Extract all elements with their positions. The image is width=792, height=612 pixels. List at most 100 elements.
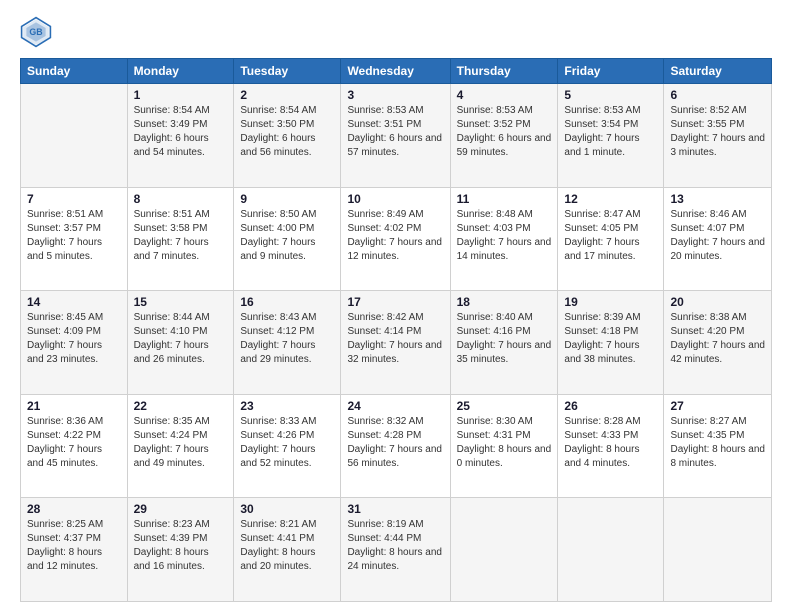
calendar-cell: 19 Sunrise: 8:39 AMSunset: 4:18 PMDayligh… [558, 291, 664, 395]
header-row: SundayMondayTuesdayWednesdayThursdayFrid… [21, 59, 772, 84]
calendar-cell: 24 Sunrise: 8:32 AMSunset: 4:28 PMDayligh… [341, 394, 450, 498]
calendar-cell: 13Sunrise: 8:46 AMSunset: 4:07 PMDayligh… [664, 187, 772, 291]
day-info: Sunrise: 8:19 AMSunset: 4:44 PMDaylight:… [347, 518, 443, 574]
day-number: 29 [134, 502, 228, 516]
week-row-3: 14 Sunrise: 8:45 AMSunset: 4:09 PMDayligh… [21, 291, 772, 395]
day-number: 1 [134, 88, 228, 102]
day-number: 5 [564, 88, 657, 102]
day-info: Sunrise: 8:28 AMSunset: 4:33 PMDaylight:… [564, 415, 657, 471]
day-number: 15 [134, 295, 228, 309]
day-number: 26 [564, 399, 657, 413]
calendar-cell: 31 Sunrise: 8:19 AMSunset: 4:44 PMDayligh… [341, 498, 450, 602]
day-info: Sunrise: 8:50 AMSunset: 4:00 PMDaylight:… [240, 208, 334, 264]
week-row-4: 21 Sunrise: 8:36 AMSunset: 4:22 PMDayligh… [21, 394, 772, 498]
header-day-friday: Friday [558, 59, 664, 84]
day-info: Sunrise: 8:46 AMSunset: 4:07 PMDaylight:… [670, 208, 765, 264]
week-row-1: 1 Sunrise: 8:54 AMSunset: 3:49 PMDaylight… [21, 84, 772, 188]
calendar-header: SundayMondayTuesdayWednesdayThursdayFrid… [21, 59, 772, 84]
day-number: 30 [240, 502, 334, 516]
day-number: 31 [347, 502, 443, 516]
calendar-cell: 29 Sunrise: 8:23 AMSunset: 4:39 PMDayligh… [127, 498, 234, 602]
calendar-cell: 28 Sunrise: 8:25 AMSunset: 4:37 PMDayligh… [21, 498, 128, 602]
day-number: 24 [347, 399, 443, 413]
day-number: 2 [240, 88, 334, 102]
calendar-cell: 21 Sunrise: 8:36 AMSunset: 4:22 PMDayligh… [21, 394, 128, 498]
day-info: Sunrise: 8:51 AMSunset: 3:58 PMDaylight:… [134, 208, 228, 264]
day-number: 12 [564, 192, 657, 206]
day-info: Sunrise: 8:47 AMSunset: 4:05 PMDaylight:… [564, 208, 657, 264]
calendar-table: SundayMondayTuesdayWednesdayThursdayFrid… [20, 58, 772, 602]
calendar-cell [450, 498, 558, 602]
day-info: Sunrise: 8:52 AMSunset: 3:55 PMDaylight:… [670, 104, 765, 160]
day-number: 23 [240, 399, 334, 413]
calendar-cell: 8 Sunrise: 8:51 AMSunset: 3:58 PMDaylight… [127, 187, 234, 291]
calendar-cell: 4 Sunrise: 8:53 AMSunset: 3:52 PMDaylight… [450, 84, 558, 188]
day-info: Sunrise: 8:21 AMSunset: 4:41 PMDaylight:… [240, 518, 334, 574]
calendar-cell: 23 Sunrise: 8:33 AMSunset: 4:26 PMDayligh… [234, 394, 341, 498]
calendar-cell [558, 498, 664, 602]
day-info: Sunrise: 8:53 AMSunset: 3:52 PMDaylight:… [457, 104, 552, 160]
calendar-cell: 16 Sunrise: 8:43 AMSunset: 4:12 PMDayligh… [234, 291, 341, 395]
calendar-cell: 30 Sunrise: 8:21 AMSunset: 4:41 PMDayligh… [234, 498, 341, 602]
day-info: Sunrise: 8:23 AMSunset: 4:39 PMDaylight:… [134, 518, 228, 574]
day-info: Sunrise: 8:39 AMSunset: 4:18 PMDaylight:… [564, 311, 657, 367]
logo: GB [20, 16, 56, 48]
day-info: Sunrise: 8:27 AMSunset: 4:35 PMDaylight:… [670, 415, 765, 471]
day-info: Sunrise: 8:25 AMSunset: 4:37 PMDaylight:… [27, 518, 121, 574]
header-day-sunday: Sunday [21, 59, 128, 84]
day-info: Sunrise: 8:45 AMSunset: 4:09 PMDaylight:… [27, 311, 121, 367]
calendar-cell: 14 Sunrise: 8:45 AMSunset: 4:09 PMDayligh… [21, 291, 128, 395]
day-number: 18 [457, 295, 552, 309]
header-day-monday: Monday [127, 59, 234, 84]
day-info: Sunrise: 8:30 AMSunset: 4:31 PMDaylight:… [457, 415, 552, 471]
day-info: Sunrise: 8:53 AMSunset: 3:51 PMDaylight:… [347, 104, 443, 160]
header-day-wednesday: Wednesday [341, 59, 450, 84]
svg-text:GB: GB [29, 27, 42, 37]
day-info: Sunrise: 8:54 AMSunset: 3:50 PMDaylight:… [240, 104, 334, 160]
header-day-thursday: Thursday [450, 59, 558, 84]
calendar-cell: 11 Sunrise: 8:48 AMSunset: 4:03 PMDayligh… [450, 187, 558, 291]
calendar-cell: 5Sunrise: 8:53 AMSunset: 3:54 PMDaylight… [558, 84, 664, 188]
calendar-cell: 9Sunrise: 8:50 AMSunset: 4:00 PMDaylight… [234, 187, 341, 291]
header: GB [20, 16, 772, 48]
day-number: 27 [670, 399, 765, 413]
day-number: 4 [457, 88, 552, 102]
day-number: 19 [564, 295, 657, 309]
day-number: 25 [457, 399, 552, 413]
calendar-cell: 18Sunrise: 8:40 AMSunset: 4:16 PMDayligh… [450, 291, 558, 395]
calendar-cell: 15 Sunrise: 8:44 AMSunset: 4:10 PMDayligh… [127, 291, 234, 395]
calendar-cell: 7Sunrise: 8:51 AMSunset: 3:57 PMDaylight… [21, 187, 128, 291]
day-info: Sunrise: 8:42 AMSunset: 4:14 PMDaylight:… [347, 311, 443, 367]
calendar-cell: 6Sunrise: 8:52 AMSunset: 3:55 PMDaylight… [664, 84, 772, 188]
day-number: 10 [347, 192, 443, 206]
day-number: 20 [670, 295, 765, 309]
day-info: Sunrise: 8:33 AMSunset: 4:26 PMDaylight:… [240, 415, 334, 471]
header-day-saturday: Saturday [664, 59, 772, 84]
calendar-cell [664, 498, 772, 602]
calendar-cell: 12 Sunrise: 8:47 AMSunset: 4:05 PMDayligh… [558, 187, 664, 291]
day-number: 28 [27, 502, 121, 516]
day-info: Sunrise: 8:54 AMSunset: 3:49 PMDaylight:… [134, 104, 228, 160]
week-row-5: 28 Sunrise: 8:25 AMSunset: 4:37 PMDayligh… [21, 498, 772, 602]
day-info: Sunrise: 8:36 AMSunset: 4:22 PMDaylight:… [27, 415, 121, 471]
day-number: 7 [27, 192, 121, 206]
calendar-cell [21, 84, 128, 188]
day-info: Sunrise: 8:32 AMSunset: 4:28 PMDaylight:… [347, 415, 443, 471]
calendar-cell: 17 Sunrise: 8:42 AMSunset: 4:14 PMDayligh… [341, 291, 450, 395]
logo-icon: GB [20, 16, 52, 48]
calendar-cell: 27 Sunrise: 8:27 AMSunset: 4:35 PMDayligh… [664, 394, 772, 498]
week-row-2: 7Sunrise: 8:51 AMSunset: 3:57 PMDaylight… [21, 187, 772, 291]
day-number: 11 [457, 192, 552, 206]
day-number: 16 [240, 295, 334, 309]
day-info: Sunrise: 8:48 AMSunset: 4:03 PMDaylight:… [457, 208, 552, 264]
calendar-cell: 1 Sunrise: 8:54 AMSunset: 3:49 PMDaylight… [127, 84, 234, 188]
day-number: 21 [27, 399, 121, 413]
calendar-cell: 20Sunrise: 8:38 AMSunset: 4:20 PMDayligh… [664, 291, 772, 395]
calendar-cell: 22Sunrise: 8:35 AMSunset: 4:24 PMDayligh… [127, 394, 234, 498]
day-info: Sunrise: 8:43 AMSunset: 4:12 PMDaylight:… [240, 311, 334, 367]
day-number: 8 [134, 192, 228, 206]
day-info: Sunrise: 8:44 AMSunset: 4:10 PMDaylight:… [134, 311, 228, 367]
calendar-body: 1 Sunrise: 8:54 AMSunset: 3:49 PMDaylight… [21, 84, 772, 602]
day-number: 14 [27, 295, 121, 309]
day-number: 17 [347, 295, 443, 309]
